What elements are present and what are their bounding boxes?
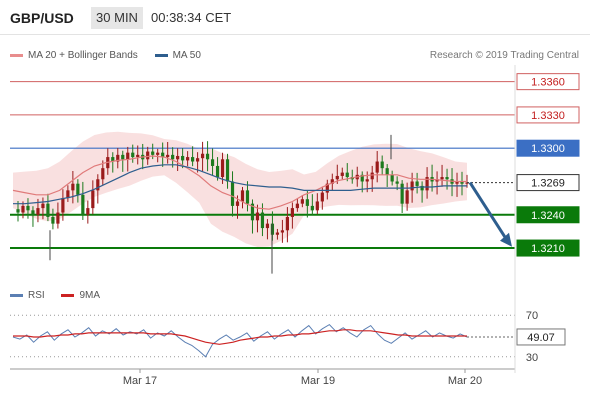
candle-body xyxy=(220,159,225,178)
candle-body xyxy=(245,190,250,204)
candle-body xyxy=(126,152,130,160)
rsi-tick-30: 30 xyxy=(526,352,538,364)
candle-body xyxy=(345,172,349,178)
candle-body xyxy=(405,190,409,204)
candle-body xyxy=(76,183,80,195)
candle-body xyxy=(171,154,175,160)
candle-body xyxy=(380,161,384,169)
candle-body xyxy=(101,168,105,180)
candle-body xyxy=(26,205,30,211)
candle-body xyxy=(225,159,230,182)
candle-body xyxy=(340,172,344,176)
candle-body xyxy=(320,192,324,202)
candle-body xyxy=(41,203,45,209)
level-label-1.3240: 1.3240 xyxy=(531,210,565,222)
candle-body xyxy=(61,198,65,213)
x-tick-label: Mar 20 xyxy=(448,375,482,387)
candle-body xyxy=(315,201,319,211)
rsi-last-label: 49.07 xyxy=(527,332,555,344)
candle-body xyxy=(335,175,339,180)
candle-body xyxy=(156,152,160,155)
candle-body xyxy=(36,208,40,215)
candle-body xyxy=(186,157,190,161)
x-tick-label: Mar 17 xyxy=(123,375,157,387)
candle-body xyxy=(166,154,170,158)
candle-body xyxy=(121,154,125,160)
candle-body xyxy=(285,216,289,231)
candle-body xyxy=(275,232,280,235)
candle-body xyxy=(210,159,215,166)
candle-body xyxy=(375,161,379,173)
candle-body xyxy=(71,183,75,191)
candle-body xyxy=(440,177,444,180)
candle-body xyxy=(81,194,85,215)
candle-body xyxy=(31,210,35,215)
level-label-1.3360: 1.3360 xyxy=(531,77,565,89)
candle-body xyxy=(86,208,90,215)
candle-body xyxy=(51,216,55,224)
candle-body xyxy=(370,172,374,180)
candle-body xyxy=(305,199,309,206)
candle-body xyxy=(56,212,60,224)
candle-body xyxy=(136,154,140,158)
candle-body xyxy=(235,201,240,206)
candle-body xyxy=(395,181,399,184)
candle-body xyxy=(400,183,404,204)
candle-body xyxy=(445,177,449,180)
candle-body xyxy=(280,230,285,233)
forecast-arrow-shaft xyxy=(468,181,508,240)
rsi-panel: 70 30 49.07 xyxy=(10,310,566,364)
candle-body xyxy=(215,165,220,178)
candle-body xyxy=(151,151,155,155)
candle-body xyxy=(230,181,235,206)
candle-body xyxy=(21,205,25,213)
x-tick-label: Mar 19 xyxy=(301,375,335,387)
price-chart[interactable]: 1.3360 1.3330 1.3300 1.3240 1.3210 1.3269 70 3… xyxy=(0,0,590,400)
bollinger-band xyxy=(13,131,467,247)
candle-body xyxy=(46,203,50,217)
candle-body xyxy=(290,208,294,217)
candle-body xyxy=(191,157,195,162)
candle-body xyxy=(415,181,419,186)
candle-body xyxy=(91,190,95,209)
candle-body xyxy=(390,174,394,182)
level-label-1.3300: 1.3300 xyxy=(531,143,565,155)
candle-body xyxy=(181,155,185,161)
candle-body xyxy=(310,205,314,211)
candle-body xyxy=(195,158,200,162)
candle-body xyxy=(365,179,369,182)
candle-body xyxy=(255,212,260,221)
last-price-label: 1.3269 xyxy=(531,178,565,190)
candle-body xyxy=(131,152,135,158)
level-label-1.3210: 1.3210 xyxy=(531,243,565,255)
candle-body xyxy=(200,153,205,159)
level-label-1.3330: 1.3330 xyxy=(531,110,565,122)
candle-body xyxy=(265,223,270,229)
candle-body xyxy=(260,212,265,229)
candle-body xyxy=(146,151,150,160)
rsi-tick-70: 70 xyxy=(526,310,538,322)
candle-body xyxy=(176,155,180,160)
candle-body xyxy=(16,209,20,213)
candle-body xyxy=(385,168,389,175)
candle-body xyxy=(240,190,245,202)
price-panel: 1.3360 1.3330 1.3300 1.3240 1.3210 1.3269 xyxy=(10,73,580,274)
candle-body xyxy=(300,199,304,204)
candle-body xyxy=(205,153,210,160)
candle-body xyxy=(410,181,414,191)
candle-body xyxy=(295,203,299,209)
